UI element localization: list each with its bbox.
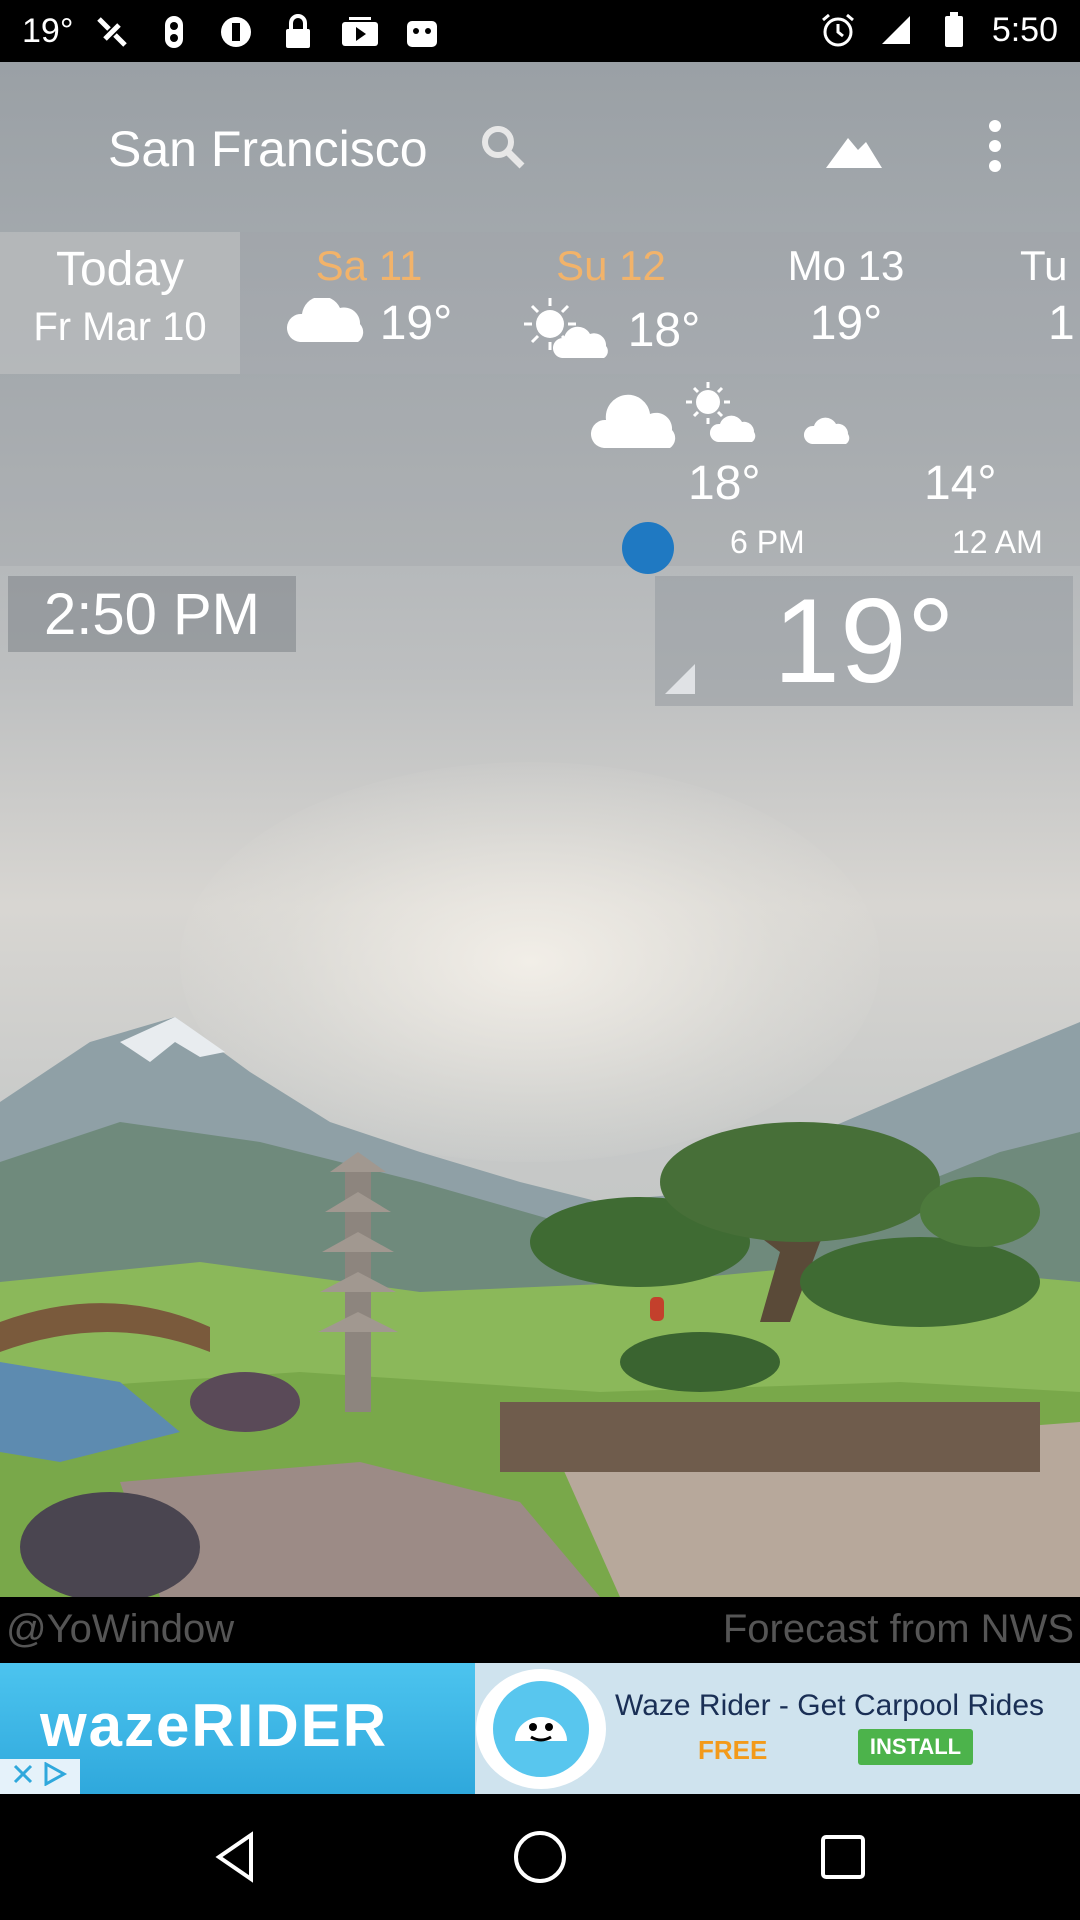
status-temperature: 19° bbox=[22, 12, 74, 50]
cloud-icon bbox=[590, 394, 676, 448]
expand-corner-icon bbox=[665, 664, 695, 694]
more-vert-icon[interactable] bbox=[980, 118, 1010, 174]
day-temp: 19° bbox=[379, 297, 453, 350]
day-name: Sa 11 bbox=[315, 242, 423, 289]
forecast-day-mon[interactable]: Mo 13 19° bbox=[735, 232, 957, 374]
day-temp: 19° bbox=[809, 297, 883, 350]
header: San Francisco bbox=[0, 62, 1080, 232]
recents-icon[interactable] bbox=[808, 1822, 878, 1892]
day-name: Tu bbox=[1020, 242, 1068, 289]
forecast-day-sat[interactable]: Sa 11 19° bbox=[258, 232, 480, 374]
lock-icon bbox=[278, 12, 318, 52]
hourly-time: 6 PM bbox=[730, 524, 805, 560]
ad-brand-text: wazeRIDER bbox=[40, 1692, 389, 1759]
cloud-icon bbox=[286, 296, 370, 349]
forecast-source[interactable]: Forecast from NWS bbox=[723, 1607, 1074, 1652]
close-icon[interactable] bbox=[12, 1763, 34, 1790]
current-time[interactable]: 2:50 PM bbox=[8, 576, 296, 652]
day-temp: 1 bbox=[1048, 297, 1075, 350]
day-name: Mo 13 bbox=[787, 242, 905, 289]
waze-logo-icon[interactable] bbox=[476, 1669, 606, 1789]
home-icon[interactable] bbox=[505, 1822, 575, 1892]
status-icons-left bbox=[92, 12, 442, 52]
hourly-time: 12 AM bbox=[952, 524, 1043, 560]
sun-cloud-icon bbox=[686, 382, 756, 442]
landscape-icon[interactable] bbox=[822, 118, 886, 174]
ad-banner[interactable]: wazeRIDER Waze Rider - Get Carpool Rides… bbox=[0, 1663, 1080, 1794]
alarm-icon bbox=[818, 10, 858, 50]
battery-icon bbox=[934, 10, 974, 50]
android-icon bbox=[402, 12, 442, 52]
sun-cloud-icon bbox=[522, 296, 618, 365]
today-label: Today bbox=[55, 243, 185, 296]
day-name: Su 12 bbox=[556, 242, 666, 289]
current-temperature-box[interactable]: 19° bbox=[655, 574, 1073, 708]
hourly-forecast: 18° 6 PM 14° 12 AM bbox=[0, 374, 1080, 566]
status-icons-right: 5:50 bbox=[818, 10, 1058, 50]
status-time: 5:50 bbox=[991, 10, 1058, 49]
status-bar: 19° 5:50 bbox=[0, 0, 1080, 62]
ad-price: FREE bbox=[698, 1735, 768, 1765]
today-date: Fr Mar 10 bbox=[33, 305, 207, 349]
ad-choices-icon[interactable] bbox=[42, 1761, 68, 1791]
ad-headline[interactable]: Waze Rider - Get Carpool Rides bbox=[615, 1689, 1044, 1723]
search-icon[interactable] bbox=[478, 122, 526, 170]
daily-forecast-strip: Today Fr Mar 10 Sa 11 19° Su 12 18° Mo 1… bbox=[0, 232, 1080, 374]
forecast-day-sun[interactable]: Su 12 18° bbox=[500, 232, 722, 374]
app-credit[interactable]: @YoWindow bbox=[6, 1607, 234, 1652]
ad-controls[interactable] bbox=[0, 1759, 80, 1794]
hourly-weather-icons bbox=[590, 382, 850, 448]
footer: @YoWindow Forecast from NWS bbox=[0, 1597, 1080, 1663]
play-icon bbox=[340, 12, 380, 52]
sync-icon bbox=[154, 12, 194, 52]
navigation-bar bbox=[0, 1794, 1080, 1920]
moon-cloud-icon bbox=[789, 384, 850, 444]
signal-icon bbox=[876, 10, 916, 50]
info-icon bbox=[216, 12, 256, 52]
weather-scene: San Francisco Today Fr Mar 10 Sa 11 19° bbox=[0, 62, 1080, 1597]
tab-today[interactable]: Today Fr Mar 10 bbox=[0, 232, 240, 374]
hourly-temp: 18° bbox=[688, 457, 761, 510]
day-temp: 18° bbox=[627, 304, 701, 357]
back-icon[interactable] bbox=[200, 1822, 270, 1892]
forecast-day-tue[interactable]: Tu 1 bbox=[1020, 232, 1080, 374]
current-time-marker[interactable] bbox=[622, 522, 674, 574]
hourly-temp: 14° bbox=[924, 457, 997, 510]
city-name[interactable]: San Francisco bbox=[108, 120, 428, 178]
current-temperature: 19° bbox=[773, 574, 955, 708]
install-button[interactable]: INSTALL bbox=[858, 1729, 973, 1765]
satellite-icon bbox=[92, 12, 132, 52]
